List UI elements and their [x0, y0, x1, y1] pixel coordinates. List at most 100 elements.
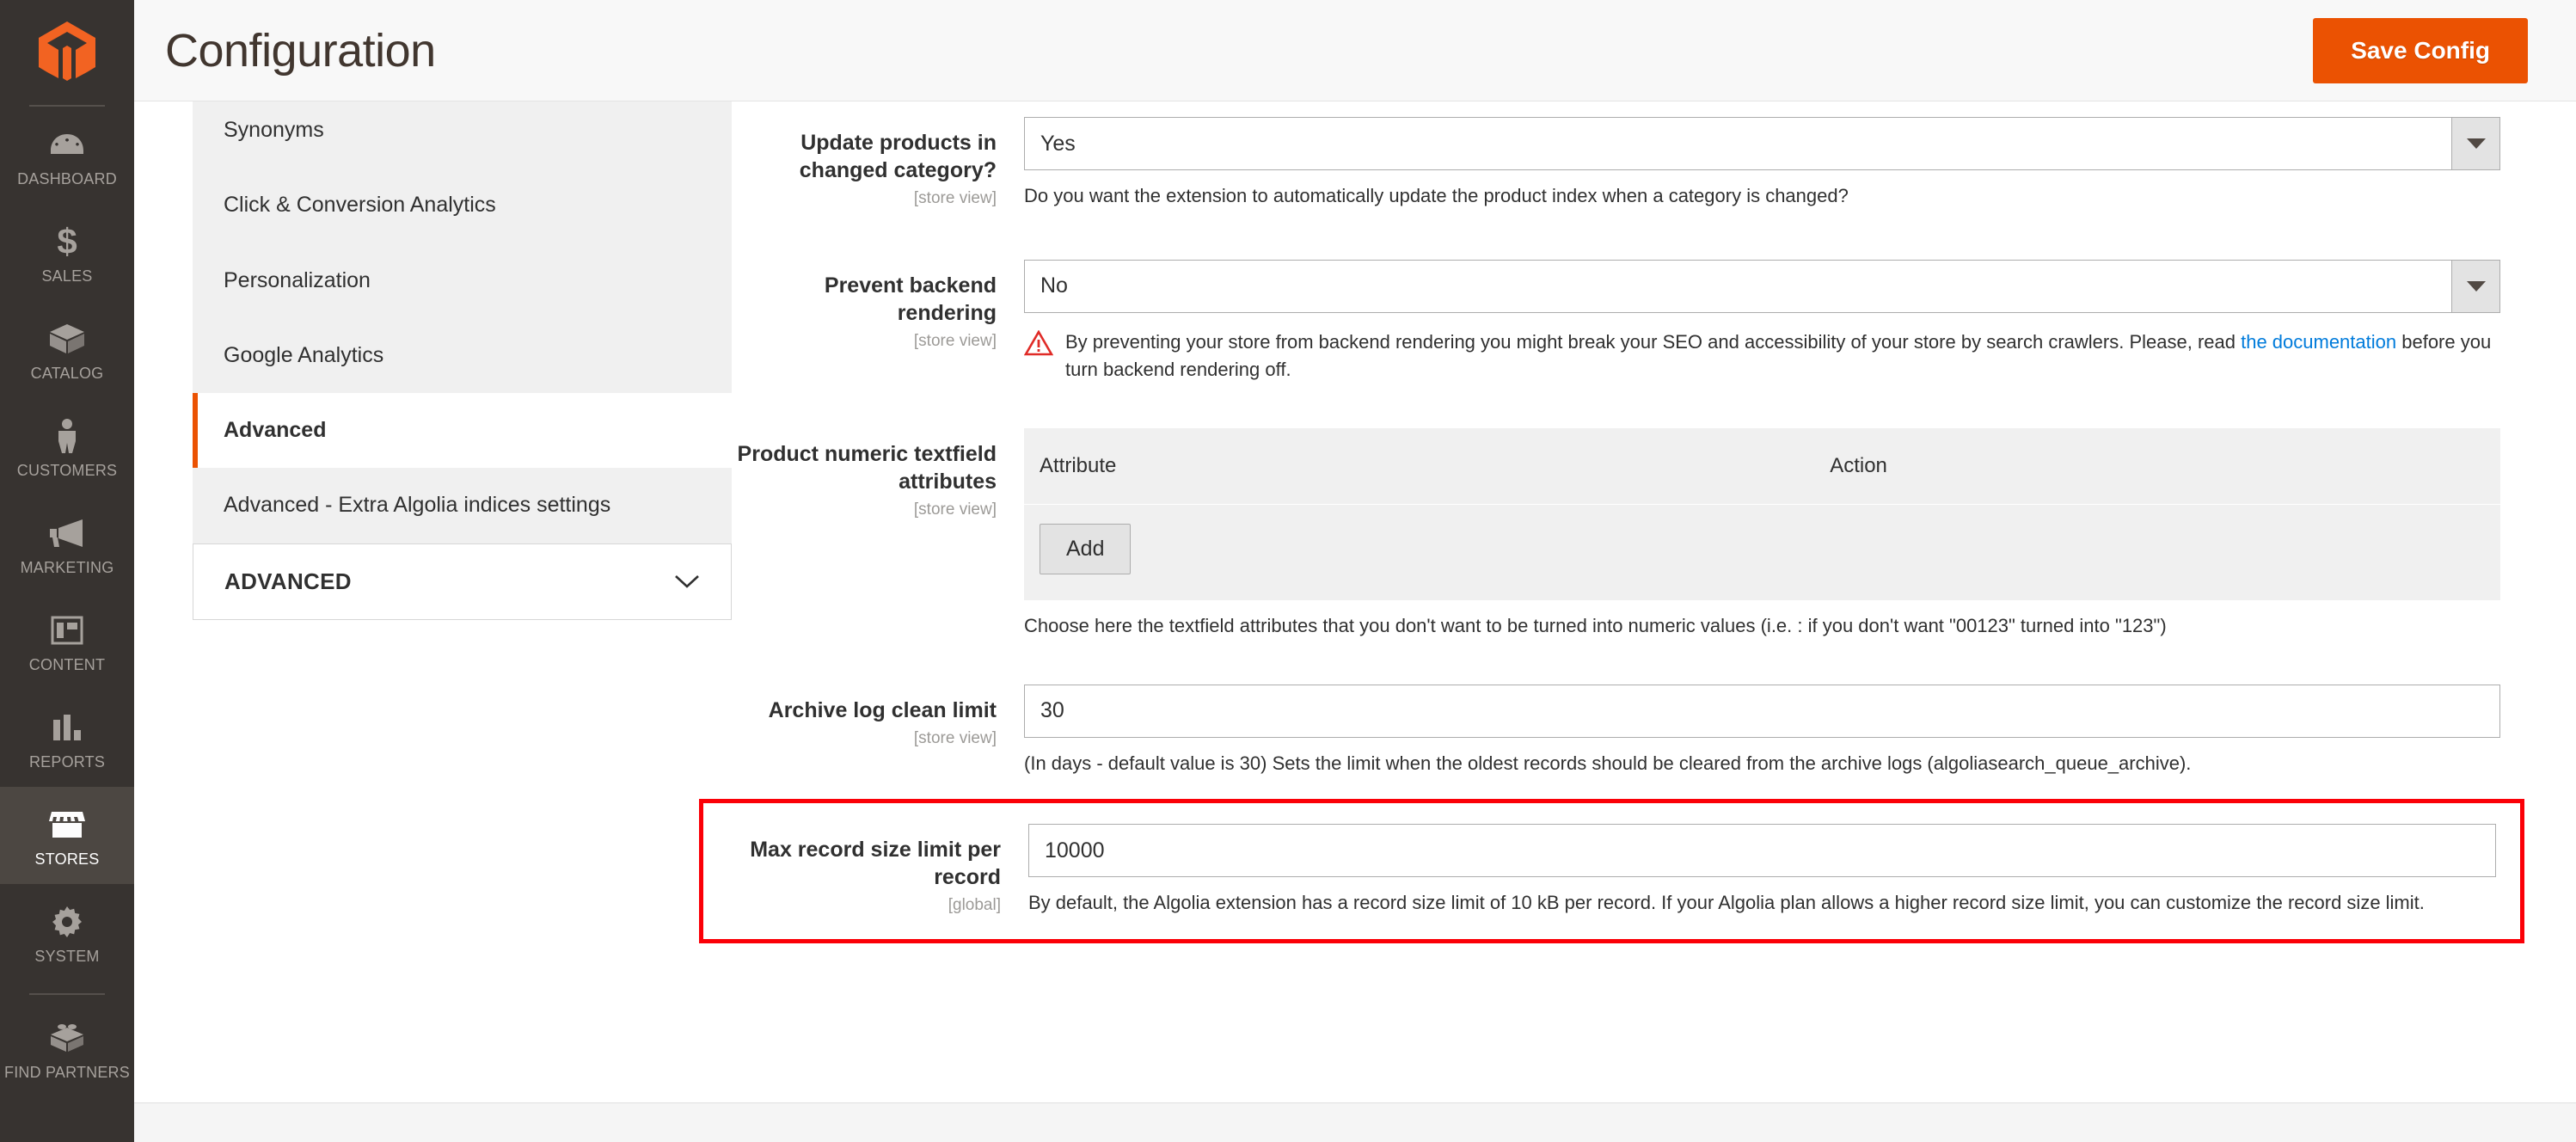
table-row-add: Add: [1024, 504, 2500, 600]
sidebar-item-dashboard[interactable]: DASHBOARD: [0, 107, 134, 204]
max-record-size-highlight-box: Max record size limit per record [global…: [699, 799, 2524, 944]
dashboard-gauge-icon: [50, 126, 84, 163]
backend-rendering-warning: By preventing your store from backend re…: [1023, 328, 2500, 384]
config-nav-item-synonyms[interactable]: Synonyms: [193, 101, 732, 168]
field-label-col: Max record size limit per record [global…: [736, 824, 1028, 917]
config-nav-group-advanced[interactable]: ADVANCED: [193, 543, 732, 620]
sidebar-item-content[interactable]: CONTENT: [0, 592, 134, 690]
field-note: Choose here the textfield attributes tha…: [1024, 614, 2167, 636]
warning-text-part1: By preventing your store from backend re…: [1065, 330, 2242, 353]
table-head: Attribute Action: [1024, 427, 2500, 505]
field-input-col: Yes Do you want the extension to automat…: [1024, 117, 2500, 210]
table-body: Add: [1024, 504, 2500, 600]
warning-text: By preventing your store from backend re…: [1065, 328, 2500, 384]
field-update-products-in-changed-category: Update products in changed category? [st…: [732, 117, 2500, 210]
config-nav-item-click-conversion-analytics[interactable]: Click & Conversion Analytics: [193, 168, 732, 243]
field-label-col: Product numeric textfield attributes [st…: [732, 428, 1024, 640]
field-note: Do you want the extension to automatical…: [1024, 185, 1849, 206]
field-scope: [global]: [948, 896, 1001, 915]
admin-page: DASHBOARD $ SALES CATALOG CUSTOMERS MARK…: [0, 0, 2576, 1142]
prevent-backend-select-value[interactable]: No: [1024, 259, 2500, 313]
update-products-select[interactable]: Yes: [1024, 117, 2500, 170]
layout-panel-icon: [51, 611, 83, 649]
chevron-down-icon[interactable]: [2451, 118, 2499, 169]
config-nav-label: Personalization: [224, 267, 371, 292]
page-footer: [134, 1102, 2576, 1142]
config-nav-label: Advanced: [224, 418, 327, 442]
sidebar-item-system[interactable]: SYSTEM: [0, 884, 134, 981]
add-attribute-button[interactable]: Add: [1040, 523, 1132, 574]
svg-text:$: $: [57, 224, 77, 260]
prevent-backend-select[interactable]: No: [1024, 259, 2500, 313]
field-input-col: No By preventing your store from backend…: [1023, 259, 2500, 384]
config-nav-item-advanced[interactable]: Advanced: [193, 393, 732, 469]
sidebar-item-label: SYSTEM: [34, 948, 100, 965]
config-nav-item-personalization[interactable]: Personalization: [193, 243, 732, 318]
documentation-link[interactable]: the documentation: [2241, 331, 2396, 353]
field-input-col: Attribute Action Add Choose here the tex…: [1024, 427, 2500, 640]
table-column-action: Action: [1821, 427, 2500, 505]
field-note: (In days - default value is 30) Sets the…: [1024, 752, 2192, 774]
chevron-down-icon[interactable]: [2451, 260, 2499, 312]
numeric-attributes-table: Attribute Action Add: [1024, 427, 2500, 600]
config-nav-label: Click & Conversion Analytics: [224, 193, 496, 218]
megaphone-icon: [48, 514, 86, 552]
dollar-sign-icon: $: [56, 223, 78, 261]
magento-logo[interactable]: [0, 0, 134, 105]
field-scope: [store view]: [913, 331, 997, 350]
sidebar-item-stores[interactable]: STORES: [0, 787, 134, 884]
bar-chart-icon: [52, 709, 83, 746]
box-icon: [49, 320, 85, 358]
sidebar-item-label: REPORTS: [28, 753, 106, 771]
sidebar-item-label: DASHBOARD: [17, 170, 117, 187]
config-nav-label: Advanced - Extra Algolia indices setting…: [224, 493, 611, 518]
field-product-numeric-textfield-attributes: Product numeric textfield attributes [st…: [732, 427, 2500, 640]
sidebar-divider-bottom: [29, 993, 105, 995]
table-header-row: Attribute Action: [1024, 427, 2500, 505]
table-column-attribute: Attribute: [1024, 427, 1822, 505]
sidebar-item-catalog[interactable]: CATALOG: [0, 301, 134, 398]
field-label: Prevent backend rendering: [824, 273, 997, 325]
config-nav-item-advanced-extra-algolia-indices-settings[interactable]: Advanced - Extra Algolia indices setting…: [193, 468, 732, 543]
max-record-size-input[interactable]: [1028, 824, 2496, 878]
field-scope: [store view]: [913, 189, 997, 207]
config-nav-label: Google Analytics: [224, 342, 384, 367]
field-label: Max record size limit per record: [750, 838, 1001, 890]
config-nav-item-google-analytics[interactable]: Google Analytics: [193, 318, 732, 393]
field-label-col: Archive log clean limit [store view]: [732, 685, 1024, 777]
sidebar-item-label: CONTENT: [28, 656, 106, 673]
field-archive-log-clean-limit: Archive log clean limit [store view] (In…: [732, 684, 2500, 777]
sidebar-item-find-partners[interactable]: FIND PARTNERS: [0, 1000, 134, 1097]
sidebar-item-reports[interactable]: REPORTS: [0, 690, 134, 787]
field-label: Product numeric textfield attributes: [737, 441, 997, 494]
sidebar-item-label: STORES: [34, 850, 100, 868]
field-note: By default, the Algolia extension has a …: [1028, 892, 2425, 914]
field-max-record-size-limit-per-record: Max record size limit per record [global…: [736, 824, 2496, 917]
person-icon: [56, 417, 78, 455]
field-input-col: By default, the Algolia extension has a …: [1028, 824, 2496, 917]
table-cell-add: Add: [1024, 504, 2500, 600]
page-title: Configuration: [165, 24, 436, 77]
gear-icon: [51, 903, 83, 941]
warning-triangle-icon: [1023, 329, 1054, 360]
update-products-select-value[interactable]: Yes: [1024, 117, 2500, 170]
sidebar-item-label: FIND PARTNERS: [4, 1064, 130, 1081]
config-nav-group-label: ADVANCED: [224, 568, 352, 594]
field-input-col: (In days - default value is 30) Sets the…: [1024, 684, 2500, 777]
magento-logo-icon: [39, 21, 95, 81]
field-label-col: Prevent backend rendering [store view]: [732, 260, 1024, 384]
archive-log-clean-limit-input[interactable]: [1024, 684, 2500, 738]
save-config-button[interactable]: Save Config: [2313, 17, 2528, 83]
sidebar-item-label: SALES: [41, 267, 93, 285]
field-label: Archive log clean limit: [768, 697, 997, 722]
sidebar-item-label: CATALOG: [30, 365, 104, 382]
sidebar-item-customers[interactable]: CUSTOMERS: [0, 398, 134, 495]
field-scope: [store view]: [913, 728, 997, 747]
main-content-area: Configuration Save Config Synonyms Click…: [134, 0, 2576, 1142]
storefront-icon: [49, 806, 85, 844]
admin-sidebar: DASHBOARD $ SALES CATALOG CUSTOMERS MARK…: [0, 0, 134, 1142]
field-prevent-backend-rendering: Prevent backend rendering [store view] N…: [732, 259, 2500, 384]
sidebar-item-sales[interactable]: $ SALES: [0, 204, 134, 301]
sidebar-item-marketing[interactable]: MARKETING: [0, 495, 134, 592]
field-label-col: Update products in changed category? [st…: [732, 117, 1024, 210]
